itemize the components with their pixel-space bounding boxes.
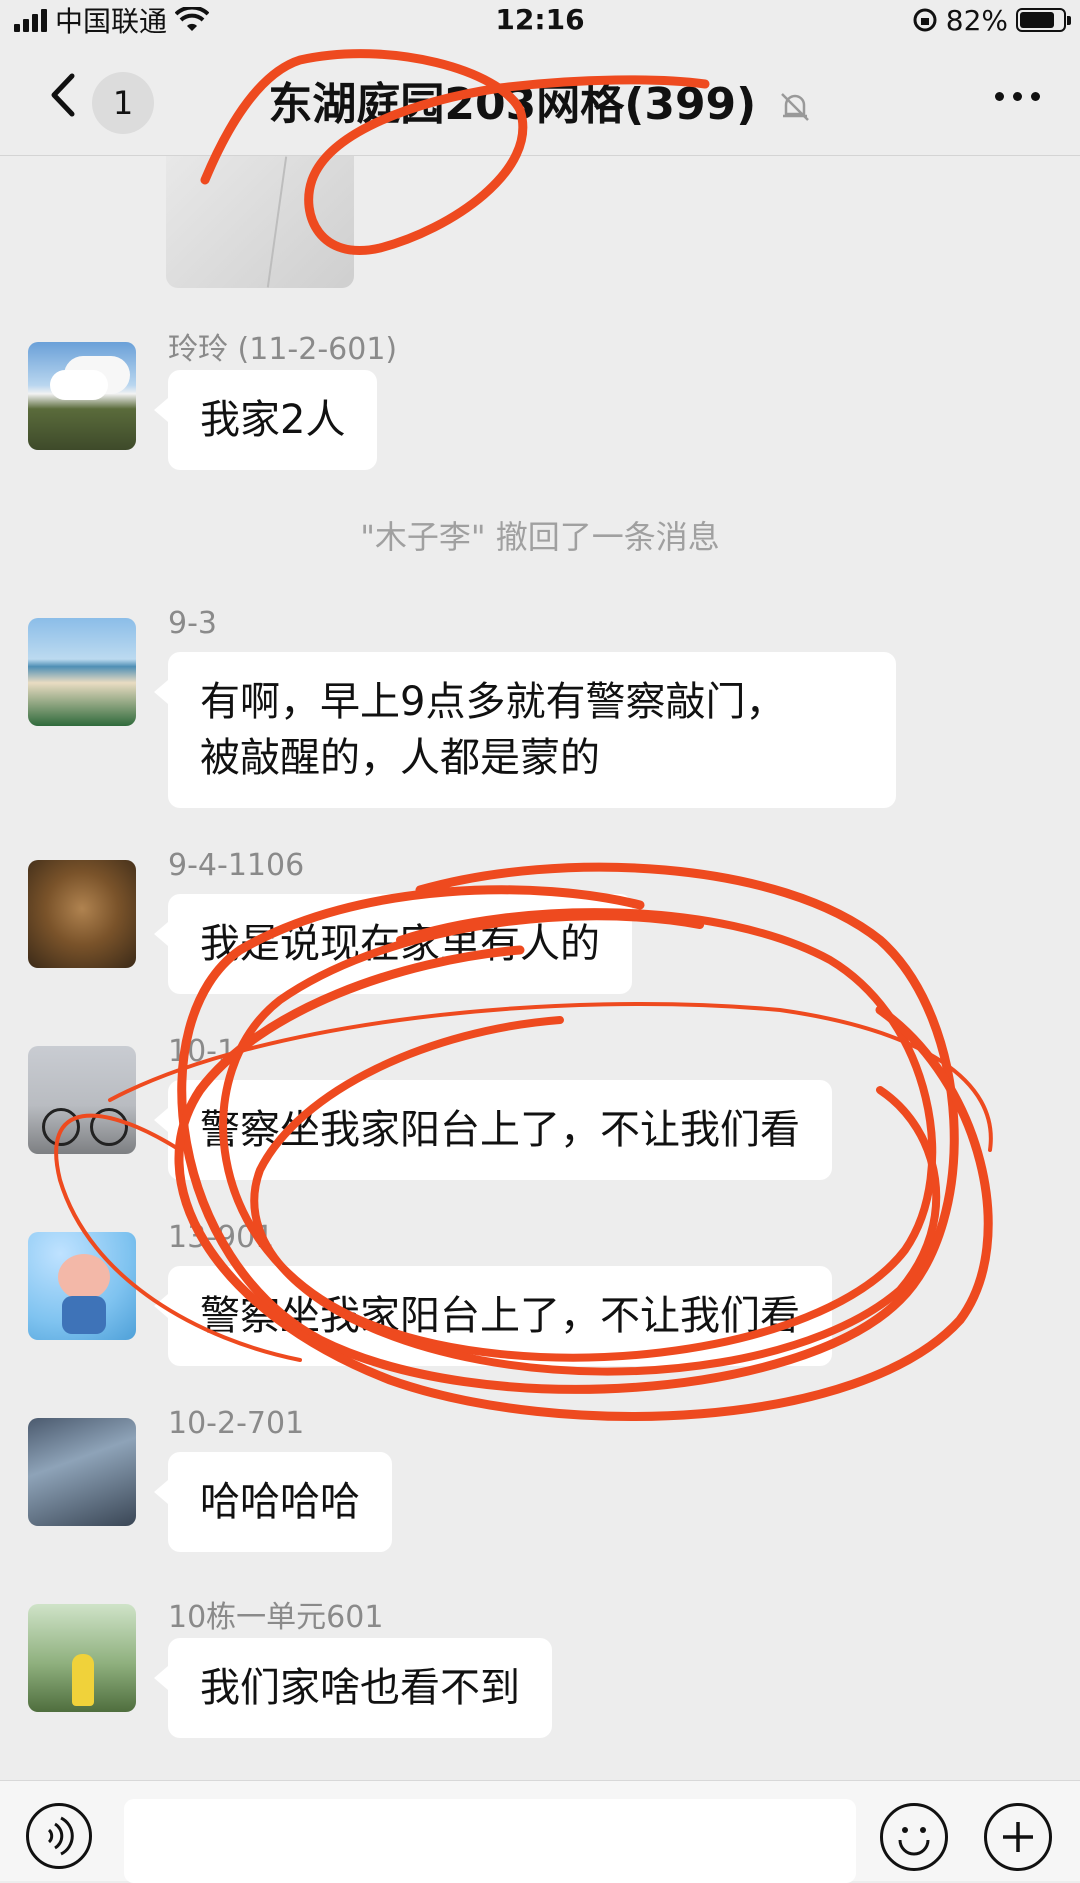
avatar[interactable] (28, 860, 136, 968)
battery-icon (1016, 8, 1071, 32)
voice-waves-icon (47, 1816, 74, 1856)
smile-face-icon (898, 1827, 930, 1856)
bell-slash-icon (780, 93, 809, 121)
battery-percent: 82% (945, 3, 1008, 37)
avatar[interactable] (28, 1604, 136, 1712)
message-line: 被敲醒的，人都是蒙的 (200, 735, 600, 781)
chat-title-obscured: 203网格(399) (444, 79, 757, 130)
message-bubble[interactable]: 有啊，早上9点多就有警察敲门， 被敲醒的，人都是蒙的 (154, 652, 896, 808)
input-bar (0, 1780, 1080, 1883)
rotation-lock-icon (913, 8, 937, 32)
message-bubble[interactable]: 警察坐我家阳台上了，不让我们看 (154, 1266, 832, 1366)
avatar[interactable] (28, 1418, 136, 1526)
sender-name: 13-901 (168, 1220, 275, 1255)
voice-icon[interactable] (26, 1803, 92, 1869)
message-list[interactable]: 玲玲 (11-2-601) 我家2人 "木子李" 撤回了一条消息 9-3 有啊，… (0, 156, 1080, 1780)
chat-title[interactable]: 东湖庭园203网格(399) (0, 68, 1080, 132)
chat-header: 1 东湖庭园203网格(399) (0, 40, 1080, 156)
smile-icon[interactable] (880, 1803, 948, 1871)
message-bubble[interactable]: 哈哈哈哈 (154, 1452, 392, 1552)
chat-title-text: 东湖庭园 (268, 79, 445, 130)
recall-notice: "木子李" 撤回了一条消息 (360, 518, 720, 556)
sender-name: 10栋一单元601 (168, 1600, 384, 1635)
message-input[interactable] (124, 1799, 856, 1883)
message-bubble[interactable]: 警察坐我家阳台上了，不让我们看 (154, 1080, 832, 1180)
avatar[interactable] (28, 1046, 136, 1154)
sender-name: 玲玲 (11-2-601) (168, 332, 398, 367)
plus-icon (1003, 1822, 1033, 1852)
more-options-icon[interactable] (995, 92, 1040, 101)
message-bubble[interactable]: 我是说现在家里有人的 (154, 894, 632, 994)
message-line: 有啊，早上9点多就有警察敲门， (200, 679, 786, 725)
message-bubble[interactable]: 我家2人 (153, 370, 378, 470)
plus-circle-icon[interactable] (984, 1803, 1052, 1871)
sender-name: 10-1 (168, 1034, 237, 1069)
message-bubble[interactable]: 我们家啥也看不到 (154, 1638, 552, 1738)
sender-name: 10-2-701 (168, 1406, 305, 1441)
avatar[interactable] (28, 1232, 136, 1340)
sender-name: 9-3 (168, 606, 217, 641)
status-bar: 中国联通 12:16 82% (0, 0, 1080, 40)
avatar[interactable] (28, 618, 136, 726)
image-message[interactable] (166, 156, 354, 288)
avatar[interactable] (28, 342, 136, 450)
sender-name: 9-4-1106 (168, 848, 305, 883)
